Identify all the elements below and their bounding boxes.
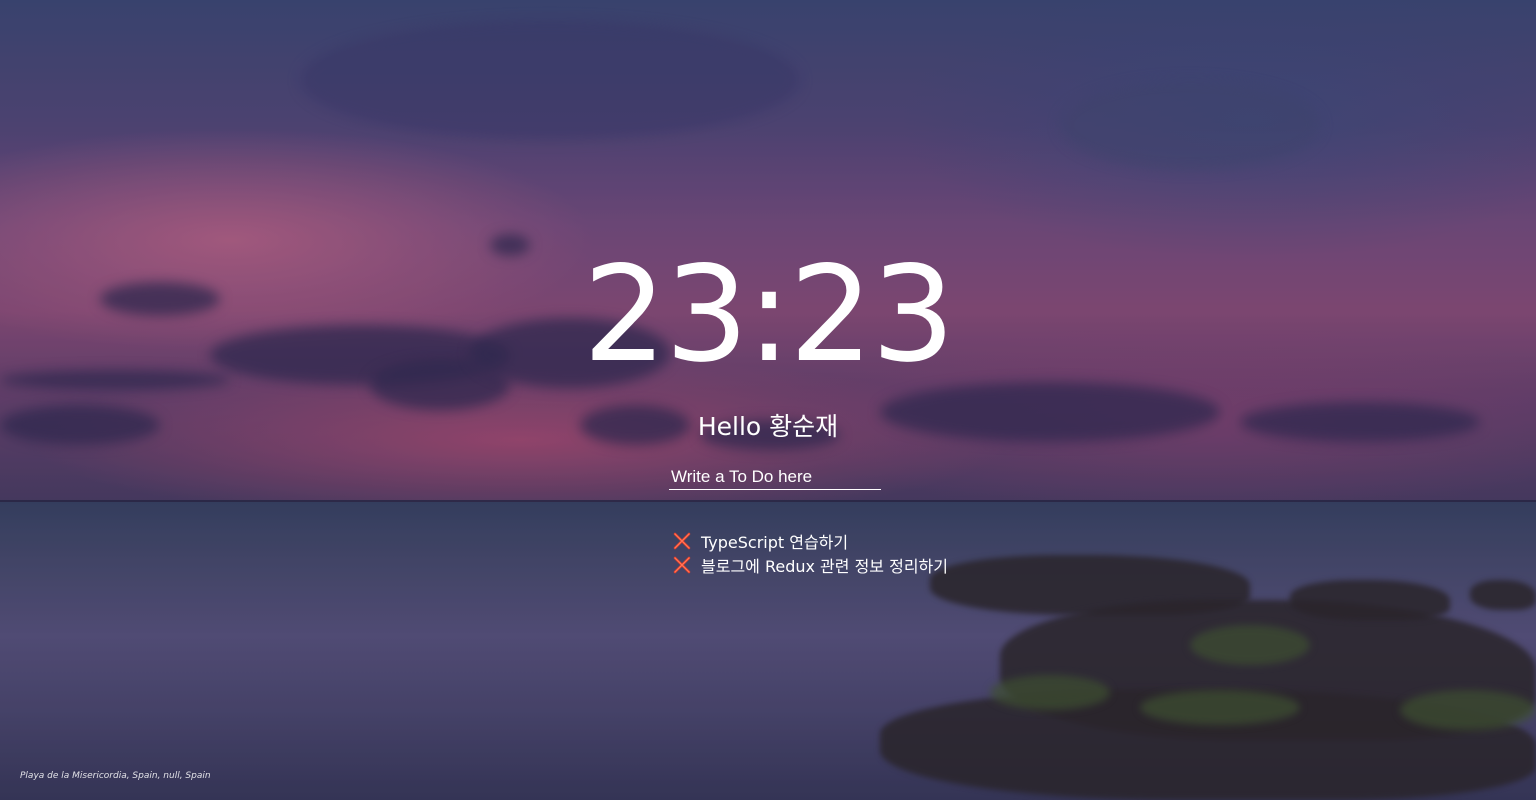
todo-item: 블로그에 Redux 관련 정보 정리하기: [672, 553, 948, 577]
close-x-icon: [673, 532, 691, 550]
todo-text: 블로그에 Redux 관련 정보 정리하기: [701, 557, 948, 576]
background-image: [0, 0, 1536, 800]
greeting: Hello 황순재: [697, 412, 839, 441]
todo-list: TypeScript 연습하기 블로그에 Redux 관련 정보 정리하기: [672, 529, 948, 577]
delete-todo-button[interactable]: [672, 555, 692, 575]
background-dim-overlay: [0, 0, 1536, 800]
close-x-icon: [673, 556, 691, 574]
background-location-caption: Playa de la Misericordia, Spain, null, S…: [20, 771, 211, 781]
todo-item: TypeScript 연습하기: [672, 529, 948, 553]
todo-input[interactable]: [669, 465, 881, 490]
todo-form: [669, 465, 881, 491]
todo-text: TypeScript 연습하기: [701, 533, 849, 552]
delete-todo-button[interactable]: [672, 531, 692, 551]
clock: 23:23: [582, 238, 955, 392]
